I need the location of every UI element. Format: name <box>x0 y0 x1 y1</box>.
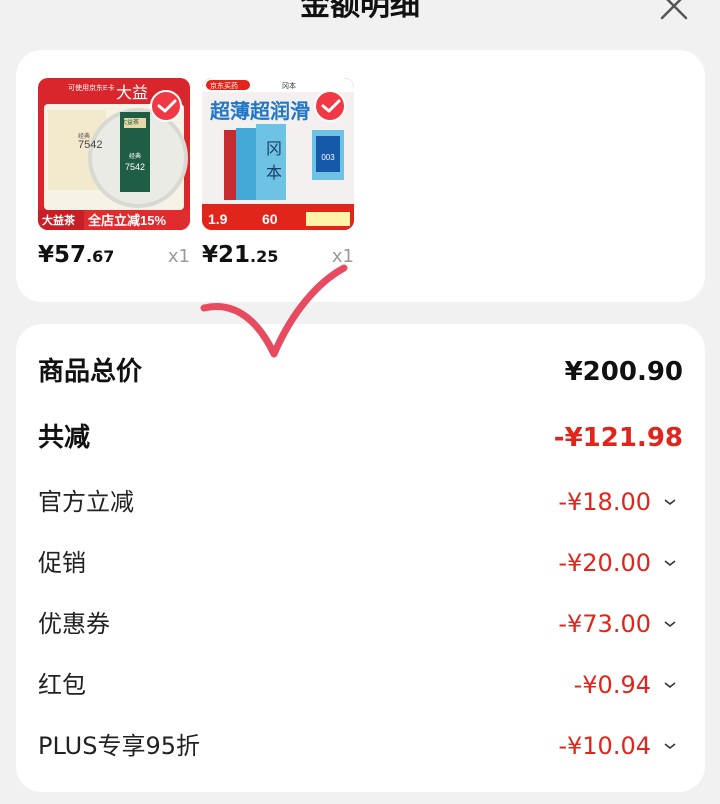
product-quantity: x1 <box>167 246 190 267</box>
svg-text:大益: 大益 <box>116 84 148 102</box>
discount-item-value: -¥20.00 <box>558 549 651 577</box>
header: 金额明细 <box>0 0 720 30</box>
check-icon <box>157 99 177 113</box>
product-price: ¥21.25 <box>202 242 279 268</box>
svg-text:全店立减15%: 全店立减15% <box>87 213 166 228</box>
svg-text:本: 本 <box>266 164 282 182</box>
discount-item-value: -¥18.00 <box>558 488 651 516</box>
discount-item-value: -¥10.04 <box>558 732 651 760</box>
chevron-down-icon <box>664 682 676 689</box>
discount-item-label: 官方立减 <box>38 488 134 516</box>
check-icon <box>321 99 341 113</box>
discount-item-label: 红包 <box>38 671 86 699</box>
close-button[interactable] <box>656 0 692 24</box>
discount-label: 共减 <box>38 423 91 453</box>
svg-text:大益茶: 大益茶 <box>121 118 139 126</box>
product-item[interactable]: 可使用京东E卡 大益 7542 经典 经典 7542 大益茶 大益茶 全店立减1… <box>38 78 190 268</box>
page-title: 金额明细 <box>300 0 420 23</box>
chevron-down-icon <box>664 743 676 750</box>
summary-card: 商品总价 ¥200.90 共减 -¥121.98 官方立减 -¥18.00 促销… <box>16 324 705 792</box>
selected-check[interactable] <box>150 90 182 122</box>
products-card: 可使用京东E卡 大益 7542 经典 经典 7542 大益茶 大益茶 全店立减1… <box>16 50 705 302</box>
discount-value: -¥121.98 <box>553 423 683 453</box>
svg-text:可使用京东E卡: 可使用京东E卡 <box>68 83 115 92</box>
svg-text:7542: 7542 <box>78 139 102 151</box>
svg-text:冈: 冈 <box>266 141 282 158</box>
chevron-down-icon <box>664 499 676 506</box>
discount-item-promotion[interactable]: 促销 -¥20.00 <box>38 543 683 583</box>
discount-item-label: 促销 <box>38 549 86 577</box>
discount-item-label: PLUS专享95折 <box>38 732 200 760</box>
svg-text:60: 60 <box>262 211 278 227</box>
product-image[interactable]: 可使用京东E卡 大益 7542 经典 经典 7542 大益茶 大益茶 全店立减1… <box>38 78 190 230</box>
discount-item-plus[interactable]: PLUS专享95折 -¥10.04 <box>38 726 683 766</box>
total-label: 商品总价 <box>38 357 143 387</box>
discount-item-value: -¥0.94 <box>573 671 651 699</box>
product-price: ¥57.67 <box>38 242 115 268</box>
svg-text:冈本: 冈本 <box>282 81 296 90</box>
discount-item-value: -¥73.00 <box>558 610 651 638</box>
chevron-down-icon <box>664 621 676 628</box>
svg-text:经典: 经典 <box>129 152 141 160</box>
discount-item-official[interactable]: 官方立减 -¥18.00 <box>38 482 683 522</box>
svg-text:超薄超润滑: 超薄超润滑 <box>209 99 310 123</box>
svg-text:经典: 经典 <box>78 132 90 140</box>
svg-text:京东买药: 京东买药 <box>210 81 238 90</box>
discount-item-coupon[interactable]: 优惠券 -¥73.00 <box>38 604 683 644</box>
close-icon <box>660 0 688 20</box>
selected-check[interactable] <box>314 90 346 122</box>
total-value: ¥200.90 <box>564 357 683 387</box>
total-row: 商品总价 ¥200.90 <box>38 352 683 392</box>
chevron-down-icon <box>664 560 676 567</box>
svg-text:1.9: 1.9 <box>208 211 228 227</box>
product-image[interactable]: 京东买药 冈本 超薄超润滑 冈 本 003 1.9 60 <box>202 78 354 230</box>
discount-row: 共减 -¥121.98 <box>38 418 683 458</box>
svg-text:大益茶: 大益茶 <box>42 213 76 227</box>
product-item[interactable]: 京东买药 冈本 超薄超润滑 冈 本 003 1.9 60 ¥21.25 x1 <box>202 78 354 268</box>
svg-text:003: 003 <box>321 153 335 162</box>
product-quantity: x1 <box>331 246 354 267</box>
discount-item-redpacket[interactable]: 红包 -¥0.94 <box>38 665 683 705</box>
discount-item-label: 优惠券 <box>38 610 110 638</box>
svg-text:7542: 7542 <box>125 162 145 172</box>
